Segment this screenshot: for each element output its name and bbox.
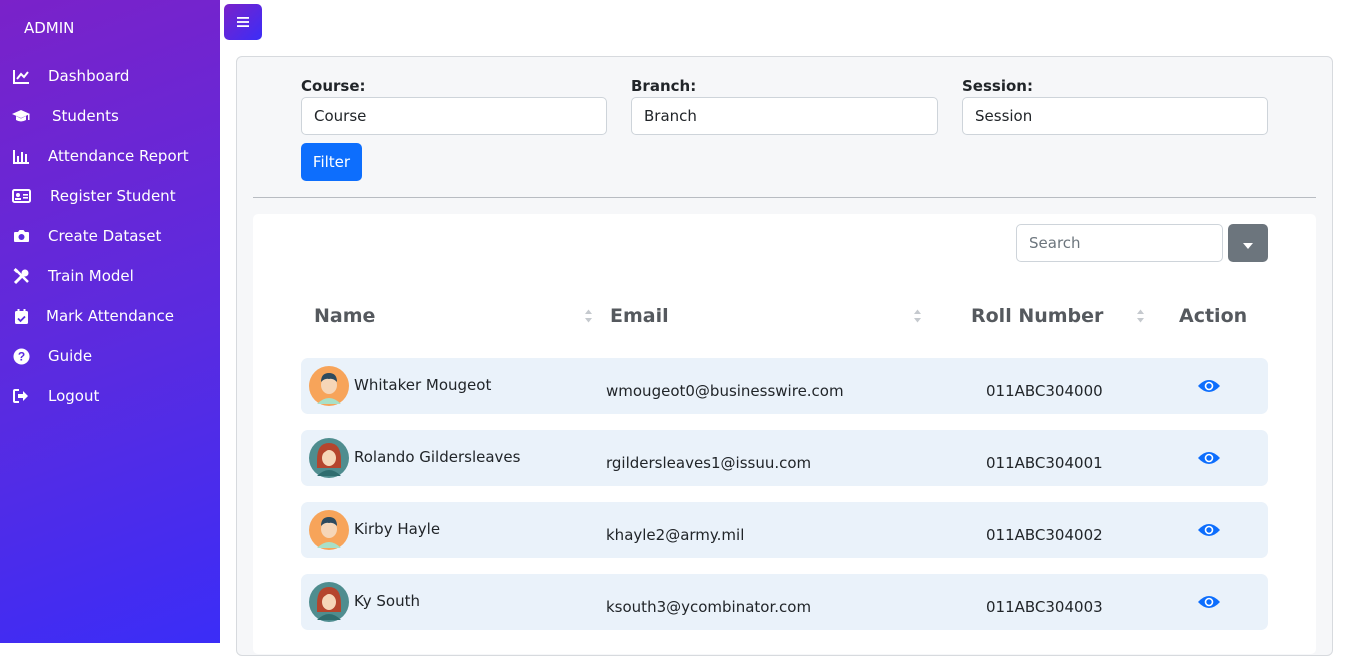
question-circle-icon: ?: [11, 346, 31, 366]
search-input[interactable]: Search: [1016, 224, 1223, 262]
session-label: Session:: [962, 77, 1033, 95]
student-name: Kirby Hayle: [354, 520, 441, 538]
table-row[interactable]: Rolando Gildersleaves rgildersleaves1@is…: [301, 430, 1268, 486]
sidebar-item-label: Guide: [48, 347, 93, 365]
view-eye-icon[interactable]: [1197, 522, 1221, 542]
sort-icon[interactable]: [1136, 308, 1145, 328]
graduation-cap-icon: [11, 106, 31, 126]
student-email: ksouth3@ycombinator.com: [606, 598, 812, 616]
sidebar-item-label: Train Model: [48, 267, 134, 285]
sidebar-item-label: Register Student: [50, 187, 176, 205]
filter-button[interactable]: Filter: [301, 143, 362, 181]
column-toggle-dropdown-button[interactable]: [1228, 224, 1268, 262]
caret-down-icon: [1243, 234, 1253, 253]
student-roll-number: 011ABC304002: [986, 526, 1103, 544]
sidebar-item-create-dataset[interactable]: Create Dataset: [0, 216, 220, 256]
student-roll-number: 011ABC304001: [986, 454, 1103, 472]
view-eye-icon[interactable]: [1197, 450, 1221, 470]
view-eye-icon[interactable]: [1197, 378, 1221, 398]
view-eye-icon[interactable]: [1197, 594, 1221, 614]
table-row[interactable]: Kirby Hayle khayle2@army.mil 011ABC30400…: [301, 502, 1268, 558]
column-header-roll-number[interactable]: Roll Number: [971, 305, 1103, 327]
sidebar-item-students[interactable]: Students: [0, 96, 220, 136]
student-roll-number: 011ABC304000: [986, 382, 1103, 400]
sign-out-icon: [11, 386, 31, 406]
branch-label: Branch:: [631, 77, 697, 95]
student-name: Rolando Gildersleaves: [354, 448, 521, 466]
sidebar-item-train-model[interactable]: Train Model: [0, 256, 220, 296]
sort-icon[interactable]: [584, 308, 593, 328]
student-email: khayle2@army.mil: [606, 526, 745, 544]
camera-icon: [11, 226, 31, 246]
table-row[interactable]: Ky South ksouth3@ycombinator.com 011ABC3…: [301, 574, 1268, 630]
course-label: Course:: [301, 77, 366, 95]
sort-icon[interactable]: [913, 308, 922, 328]
student-email: rgildersleaves1@issuu.com: [606, 454, 812, 472]
sidebar: ADMIN Dashboard Students Attendance Repo…: [0, 0, 220, 643]
sidebar-item-dashboard[interactable]: Dashboard: [0, 56, 220, 96]
sidebar-item-label: Attendance Report: [48, 147, 189, 165]
branch-select[interactable]: Branch: [631, 97, 938, 135]
sidebar-item-label: Mark Attendance: [46, 307, 174, 325]
sidebar-item-attendance-report[interactable]: Attendance Report: [0, 136, 220, 176]
student-name: Whitaker Mougeot: [354, 376, 492, 394]
sidebar-item-mark-attendance[interactable]: Mark Attendance: [0, 296, 220, 336]
student-email: wmougeot0@businesswire.com: [606, 382, 844, 400]
sidebar-toggle-button[interactable]: [224, 4, 262, 40]
svg-text:?: ?: [17, 349, 24, 363]
sidebar-item-label: Dashboard: [48, 67, 130, 85]
sidebar-item-label: Logout: [48, 387, 100, 405]
calendar-check-icon: [11, 306, 31, 326]
course-select[interactable]: Course: [301, 97, 607, 135]
sidebar-item-register-student[interactable]: Register Student: [0, 176, 220, 216]
brand-title: ADMIN: [24, 19, 75, 37]
bar-chart-icon: [11, 146, 31, 166]
student-roll-number: 011ABC304003: [986, 598, 1103, 616]
tools-icon: [11, 266, 31, 286]
avatar: [309, 510, 349, 550]
session-select[interactable]: Session: [962, 97, 1268, 135]
chart-line-icon: [11, 66, 31, 86]
sidebar-item-label: Students: [52, 107, 119, 125]
avatar: [309, 582, 349, 622]
id-card-icon: [11, 186, 31, 206]
column-header-name[interactable]: Name: [314, 305, 375, 327]
column-header-email[interactable]: Email: [610, 305, 669, 327]
sidebar-item-guide[interactable]: ? Guide: [0, 336, 220, 376]
avatar: [309, 438, 349, 478]
avatar: [309, 366, 349, 406]
divider: [253, 197, 1316, 198]
sidebar-item-label: Create Dataset: [48, 227, 162, 245]
column-header-action: Action: [1179, 305, 1248, 327]
sidebar-item-logout[interactable]: Logout: [0, 376, 220, 416]
hamburger-icon: [236, 13, 250, 32]
table-row[interactable]: Whitaker Mougeot wmougeot0@businesswire.…: [301, 358, 1268, 414]
student-name: Ky South: [354, 592, 420, 610]
